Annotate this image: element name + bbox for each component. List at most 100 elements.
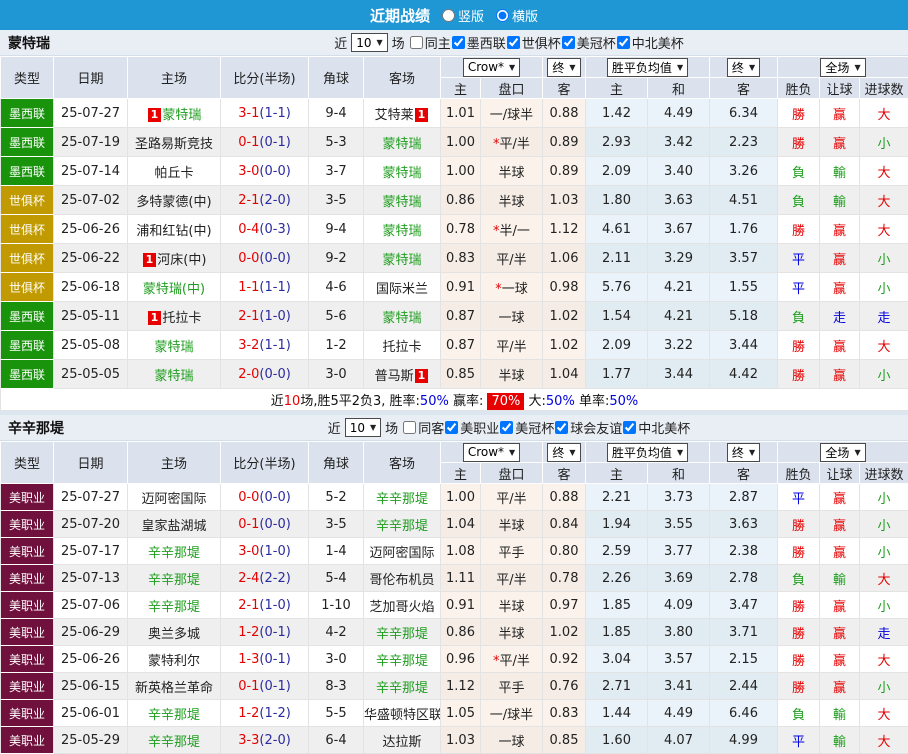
- handicap-cell: *平/半: [481, 128, 543, 157]
- vertical-radio[interactable]: [442, 9, 455, 22]
- filter-checkbox-世俱杯[interactable]: 世俱杯: [506, 33, 561, 52]
- corner-score: 1-10: [309, 592, 364, 619]
- team-name-text: 浦和红钻(中): [136, 224, 211, 239]
- team-name-text: 蒙特瑞: [382, 311, 421, 326]
- subcol-odds-home: 主: [441, 78, 481, 99]
- score-cell: 3-1(1-1): [221, 99, 309, 128]
- result-handicap-text: 赢: [833, 369, 846, 384]
- avg-draw: 3.73: [648, 484, 710, 511]
- fulltime-score: 2-1: [238, 598, 259, 613]
- matches-label: 场: [385, 418, 398, 437]
- team-cell: 华盛顿特区联: [364, 700, 441, 727]
- filter-checkbox[interactable]: [562, 36, 575, 49]
- halftime-score: (1-0): [259, 598, 290, 613]
- team-name-text: 艾特莱: [375, 108, 414, 123]
- avg-draw: 3.40: [648, 157, 710, 186]
- filter-checkbox-同主[interactable]: 同主: [409, 33, 451, 52]
- filter-checkbox[interactable]: [555, 421, 568, 434]
- league-badge: 墨西联: [1, 302, 54, 331]
- avg-home: 1.44: [586, 700, 648, 727]
- recent-count-select[interactable]: 10 ▼: [345, 418, 381, 437]
- layout-radio-horizontal[interactable]: 横版: [496, 6, 538, 25]
- team-name-text: 辛辛那堤: [376, 681, 428, 696]
- avg-final-select[interactable]: 终 ▼: [727, 58, 760, 77]
- halftime-score: (1-0): [259, 544, 290, 559]
- filter-checkbox-中北美杯[interactable]: 中北美杯: [622, 418, 690, 437]
- topbar: 近期战绩 竖版 横版: [0, 0, 908, 30]
- layout-radio-vertical[interactable]: 竖版: [442, 6, 484, 25]
- team-cell: 1托拉卡: [128, 302, 221, 331]
- focal-team-cell: 蒙特瑞: [364, 128, 441, 157]
- filter-checkbox[interactable]: [500, 421, 513, 434]
- filter-checkbox-同客[interactable]: 同客: [402, 418, 444, 437]
- focal-team-cell: 蒙特瑞: [364, 302, 441, 331]
- halftime-score: (0-1): [259, 135, 290, 150]
- match-date: 25-07-13: [54, 565, 128, 592]
- avg-select[interactable]: 胜平负均值 ▼: [607, 58, 688, 77]
- recent-count-select[interactable]: 10 ▼: [351, 33, 387, 52]
- result-wdl-text: 勝: [792, 681, 805, 696]
- avg-draw: 4.07: [648, 727, 710, 754]
- odds-away: 0.85: [543, 727, 586, 754]
- result-wdl: 負: [778, 565, 820, 592]
- filter-checkbox[interactable]: [410, 36, 423, 49]
- team-name-text: 辛辛那堤: [376, 492, 428, 507]
- odds-final-select[interactable]: 终 ▼: [547, 443, 580, 462]
- team-cell: 迈阿密国际: [128, 484, 221, 511]
- handicap-cell: 平/半: [481, 565, 543, 592]
- corner-score: 5-4: [309, 565, 364, 592]
- full-match-select[interactable]: 全场 ▼: [820, 443, 865, 462]
- odds-company-select[interactable]: Crow* ▼: [463, 58, 520, 77]
- filter-checkbox[interactable]: [452, 36, 465, 49]
- result-handicap-text: 走: [833, 311, 846, 326]
- result-wdl: 平: [778, 484, 820, 511]
- filter-checkbox-墨西联[interactable]: 墨西联: [451, 33, 506, 52]
- avg-final-select[interactable]: 终 ▼: [727, 443, 760, 462]
- avg-home: 2.09: [586, 331, 648, 360]
- filter-checkbox-美冠杯[interactable]: 美冠杯: [561, 33, 616, 52]
- odds-company-select[interactable]: Crow* ▼: [463, 443, 520, 462]
- avg-draw: 4.09: [648, 592, 710, 619]
- match-row: 美职业25-07-27迈阿密国际0-0(0-0)5-2辛辛那堤1.00平/半0.…: [1, 484, 908, 511]
- full-match-select[interactable]: 全场 ▼: [820, 58, 865, 77]
- odds-final-select[interactable]: 终 ▼: [547, 58, 580, 77]
- filter-checkbox-label: 美冠杯: [577, 33, 616, 52]
- avg-home: 4.61: [586, 215, 648, 244]
- handicap-cell: *一球: [481, 273, 543, 302]
- handicap-cell: 半球: [481, 511, 543, 538]
- odds-home: 0.91: [441, 592, 481, 619]
- odds-away: 1.12: [543, 215, 586, 244]
- match-date: 25-06-26: [54, 646, 128, 673]
- league-badge: 墨西联: [1, 157, 54, 186]
- filter-checkbox[interactable]: [403, 421, 416, 434]
- result-goals: 大: [860, 99, 908, 128]
- filter-checkbox-美职业[interactable]: 美职业: [444, 418, 499, 437]
- filter-checkbox[interactable]: [623, 421, 636, 434]
- team-cell: 芝加哥火焰: [364, 592, 441, 619]
- filter-checkbox[interactable]: [617, 36, 630, 49]
- filter-checkbox[interactable]: [445, 421, 458, 434]
- result-wdl: 勝: [778, 592, 820, 619]
- league-badge: 墨西联: [1, 128, 54, 157]
- result-wdl: 勝: [778, 99, 820, 128]
- team-name-text: 辛辛那堤: [376, 654, 428, 669]
- filter-checkbox-球会友谊[interactable]: 球会友谊: [554, 418, 622, 437]
- avg-draw: 4.21: [648, 273, 710, 302]
- filter-checkbox-中北美杯[interactable]: 中北美杯: [616, 33, 684, 52]
- result-wdl-text: 勝: [792, 137, 805, 152]
- team-cell: 托拉卡: [364, 331, 441, 360]
- league-badge: 世俱杯: [1, 244, 54, 273]
- odds-away: 0.89: [543, 128, 586, 157]
- result-wdl-text: 勝: [792, 546, 805, 561]
- score-cell: 2-4(2-2): [221, 565, 309, 592]
- filter-checkbox[interactable]: [507, 36, 520, 49]
- subcol-odds-away: 客: [543, 78, 586, 99]
- subcol-avg-draw: 和: [648, 463, 710, 484]
- filter-checkbox-label: 世俱杯: [522, 33, 561, 52]
- horizontal-radio[interactable]: [496, 9, 509, 22]
- avg-away: 1.55: [710, 273, 778, 302]
- filter-checkbox-美冠杯[interactable]: 美冠杯: [499, 418, 554, 437]
- subcol-wdl: 胜负: [778, 463, 820, 484]
- summary-part: 50%: [609, 394, 638, 409]
- avg-select[interactable]: 胜平负均值 ▼: [607, 443, 688, 462]
